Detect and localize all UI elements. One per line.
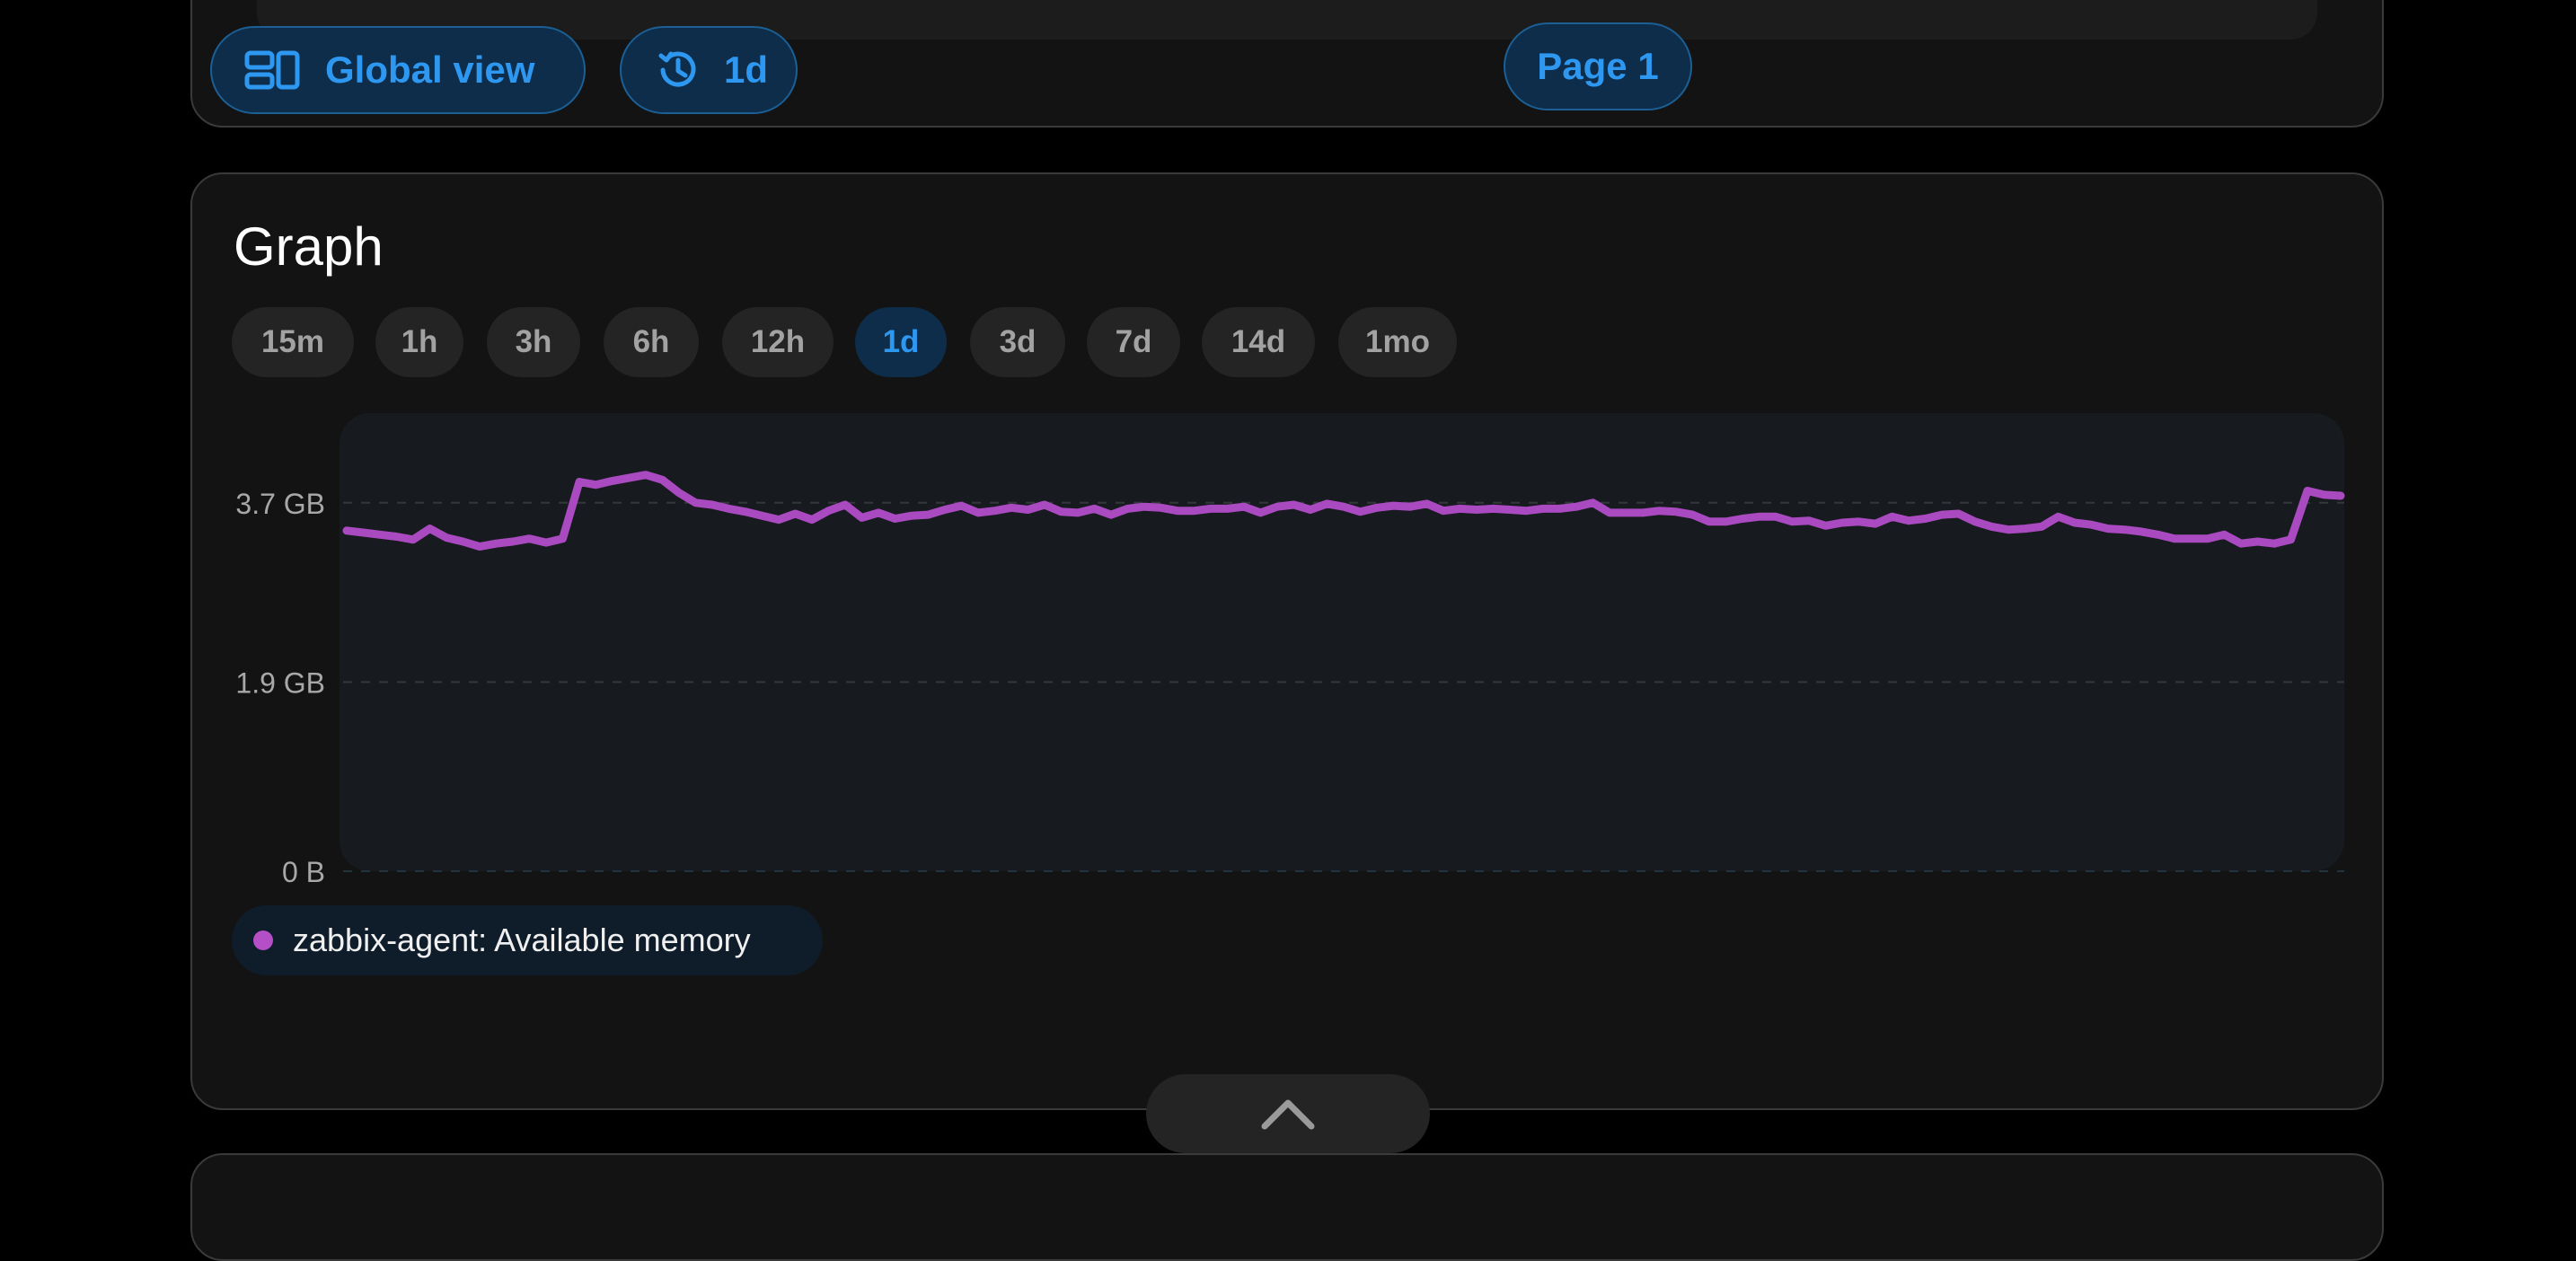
y-tick-label: 3.7 GB — [235, 488, 325, 520]
global-view-button[interactable]: Global view — [210, 26, 586, 114]
memory-graph: 3.7 GB 1.9 GB 0 B — [235, 413, 2345, 884]
history-icon — [658, 51, 696, 87]
global-view-label: Global view — [325, 48, 535, 91]
legend-label: zabbix-agent: Available memory — [293, 922, 751, 958]
collapse-button[interactable] — [1146, 1074, 1430, 1153]
page-label: Page 1 — [1537, 45, 1659, 87]
legend-item[interactable]: zabbix-agent: Available memory — [232, 905, 823, 975]
time-range-label: 1d — [724, 48, 769, 91]
dashboard-layout-icon — [244, 50, 300, 90]
y-tick-label: 0 B — [282, 856, 325, 884]
next-panel — [190, 1153, 2384, 1261]
y-tick-label: 1.9 GB — [235, 666, 325, 699]
graph-card: Graph 15m 1h 3h 6h 12h 1d 3d 7d 14d 1mo … — [190, 172, 2384, 1110]
series-color-dot — [253, 930, 273, 950]
page-selector-button[interactable]: Page 1 — [1504, 22, 1692, 110]
time-range-button[interactable]: 1d — [620, 26, 798, 114]
chevron-up-icon — [1261, 1099, 1315, 1130]
plot-area — [340, 413, 2344, 871]
